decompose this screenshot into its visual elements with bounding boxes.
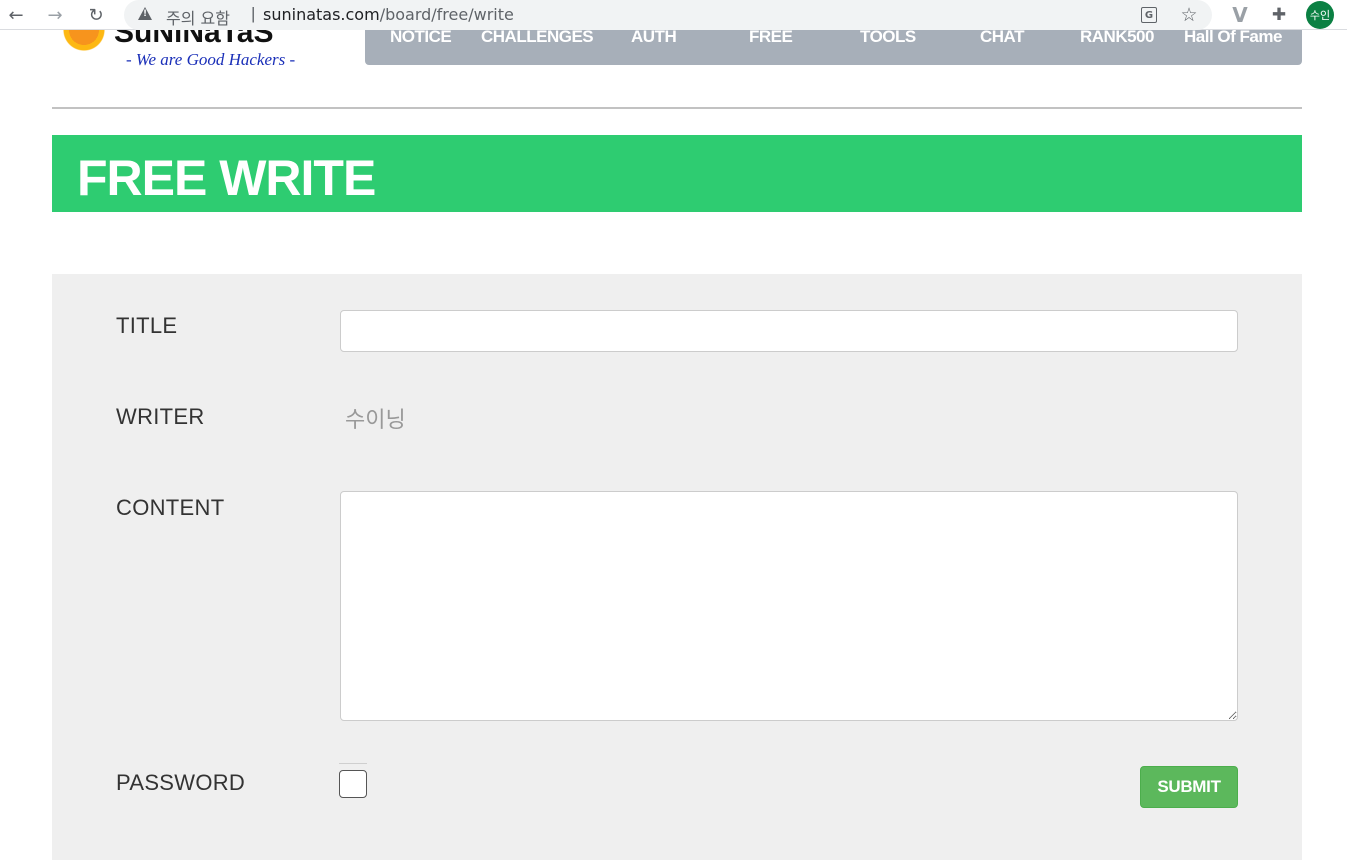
- title-input[interactable]: [340, 310, 1238, 352]
- site-logo[interactable]: SuNiNaTaS - We are Good Hackers -: [60, 30, 310, 75]
- back-arrow-icon[interactable]: ←: [4, 3, 28, 27]
- warning-icon[interactable]: [138, 7, 152, 20]
- forward-arrow-icon[interactable]: →: [43, 3, 67, 27]
- page-banner: FREE WRITE: [52, 135, 1302, 212]
- logo-name: SuNiNaTaS: [114, 30, 274, 49]
- submit-button[interactable]: SUBMIT: [1140, 766, 1238, 808]
- main-nav: NOTICE CHALLENGES AUTH FREE TOOLS CHAT R…: [365, 30, 1302, 65]
- write-form: TITLE WRITER 수이닝 CONTENT PASSWORD SUBMIT: [52, 274, 1302, 860]
- nav-item-free[interactable]: FREE: [749, 30, 793, 47]
- nav-item-notice[interactable]: NOTICE: [390, 30, 452, 47]
- url-path: /board/free/write: [379, 5, 514, 24]
- browser-toolbar: ← → ↻ 주의 요함 | suninatas.com/board/free/w…: [0, 0, 1347, 30]
- profile-avatar[interactable]: 수인: [1306, 1, 1334, 29]
- security-label[interactable]: 주의 요함: [166, 5, 230, 29]
- nav-item-challenges[interactable]: CHALLENGES: [481, 30, 594, 47]
- reload-icon[interactable]: ↻: [84, 3, 108, 27]
- password-field-shadow: [339, 763, 367, 764]
- nav-item-rank500[interactable]: RANK500: [1080, 30, 1154, 47]
- title-label: TITLE: [116, 313, 178, 338]
- extension-v-icon[interactable]: V: [1229, 3, 1251, 27]
- writer-label: WRITER: [116, 404, 205, 429]
- password-label: PASSWORD: [116, 770, 246, 795]
- address-bar[interactable]: 주의 요함 | suninatas.com/board/free/write G…: [124, 0, 1212, 30]
- nav-item-tools[interactable]: TOOLS: [860, 30, 916, 47]
- nav-item-auth[interactable]: AUTH: [631, 30, 677, 47]
- password-input[interactable]: [339, 770, 367, 798]
- translate-glyph: G: [1141, 7, 1157, 23]
- header-divider: [52, 107, 1302, 109]
- writer-value: 수이닝: [345, 408, 406, 433]
- url-separator: |: [251, 4, 256, 23]
- nav-item-chat[interactable]: CHAT: [980, 30, 1024, 47]
- content-textarea[interactable]: [340, 491, 1238, 721]
- translate-icon[interactable]: G: [1138, 4, 1160, 26]
- extensions-puzzle-icon[interactable]: ✚: [1268, 4, 1290, 26]
- sun-logo-icon: [60, 30, 108, 64]
- nav-item-hall-of-fame[interactable]: Hall Of Fame: [1184, 30, 1282, 47]
- url-host: suninatas.com: [263, 5, 380, 24]
- logo-tagline: - We are Good Hackers -: [126, 50, 296, 69]
- page-title: FREE WRITE: [77, 150, 376, 206]
- url-text[interactable]: suninatas.com/board/free/write: [263, 5, 514, 24]
- bookmark-star-icon[interactable]: ☆: [1178, 4, 1200, 26]
- content-label: CONTENT: [116, 495, 225, 520]
